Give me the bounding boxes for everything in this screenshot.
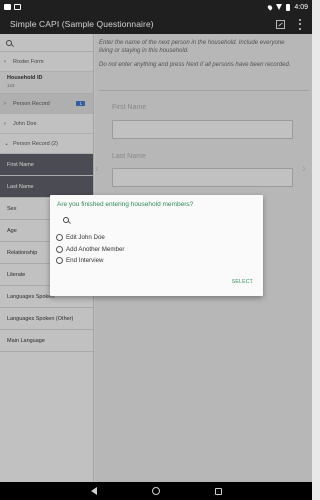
finish-household-dialog: Are you finished entering household memb…	[50, 195, 263, 296]
sd-card-icon	[14, 4, 21, 10]
radio-button[interactable]	[56, 245, 63, 253]
dialog-title: Are you finished entering household memb…	[57, 201, 194, 208]
status-time: 4:09	[294, 3, 308, 11]
status-bar: 4:09	[0, 0, 312, 14]
back-icon[interactable]	[90, 487, 97, 495]
search-icon	[63, 217, 69, 223]
option-add-another-member[interactable]: Add Another Member	[56, 244, 124, 256]
location-icon	[267, 3, 274, 11]
select-button[interactable]: SELECT	[232, 279, 253, 285]
dialog-search[interactable]	[63, 214, 248, 226]
dialog-options: Edit John Doe Add Another Member End Int…	[56, 232, 124, 267]
battery-icon	[286, 3, 291, 11]
wifi-icon	[276, 4, 283, 10]
radio-button[interactable]	[56, 257, 63, 265]
option-label: Add Another Member	[66, 245, 125, 253]
radio-button[interactable]	[56, 234, 63, 242]
image-notification-icon	[4, 4, 11, 10]
option-label: Edit John Doe	[66, 234, 105, 242]
system-navigation-bar	[0, 482, 312, 500]
option-label: End Interview	[66, 257, 104, 265]
home-icon[interactable]	[151, 487, 160, 495]
recent-apps-icon[interactable]	[214, 487, 222, 495]
option-end-interview[interactable]: End Interview	[56, 255, 124, 267]
option-edit-john-doe[interactable]: Edit John Doe	[56, 232, 124, 244]
